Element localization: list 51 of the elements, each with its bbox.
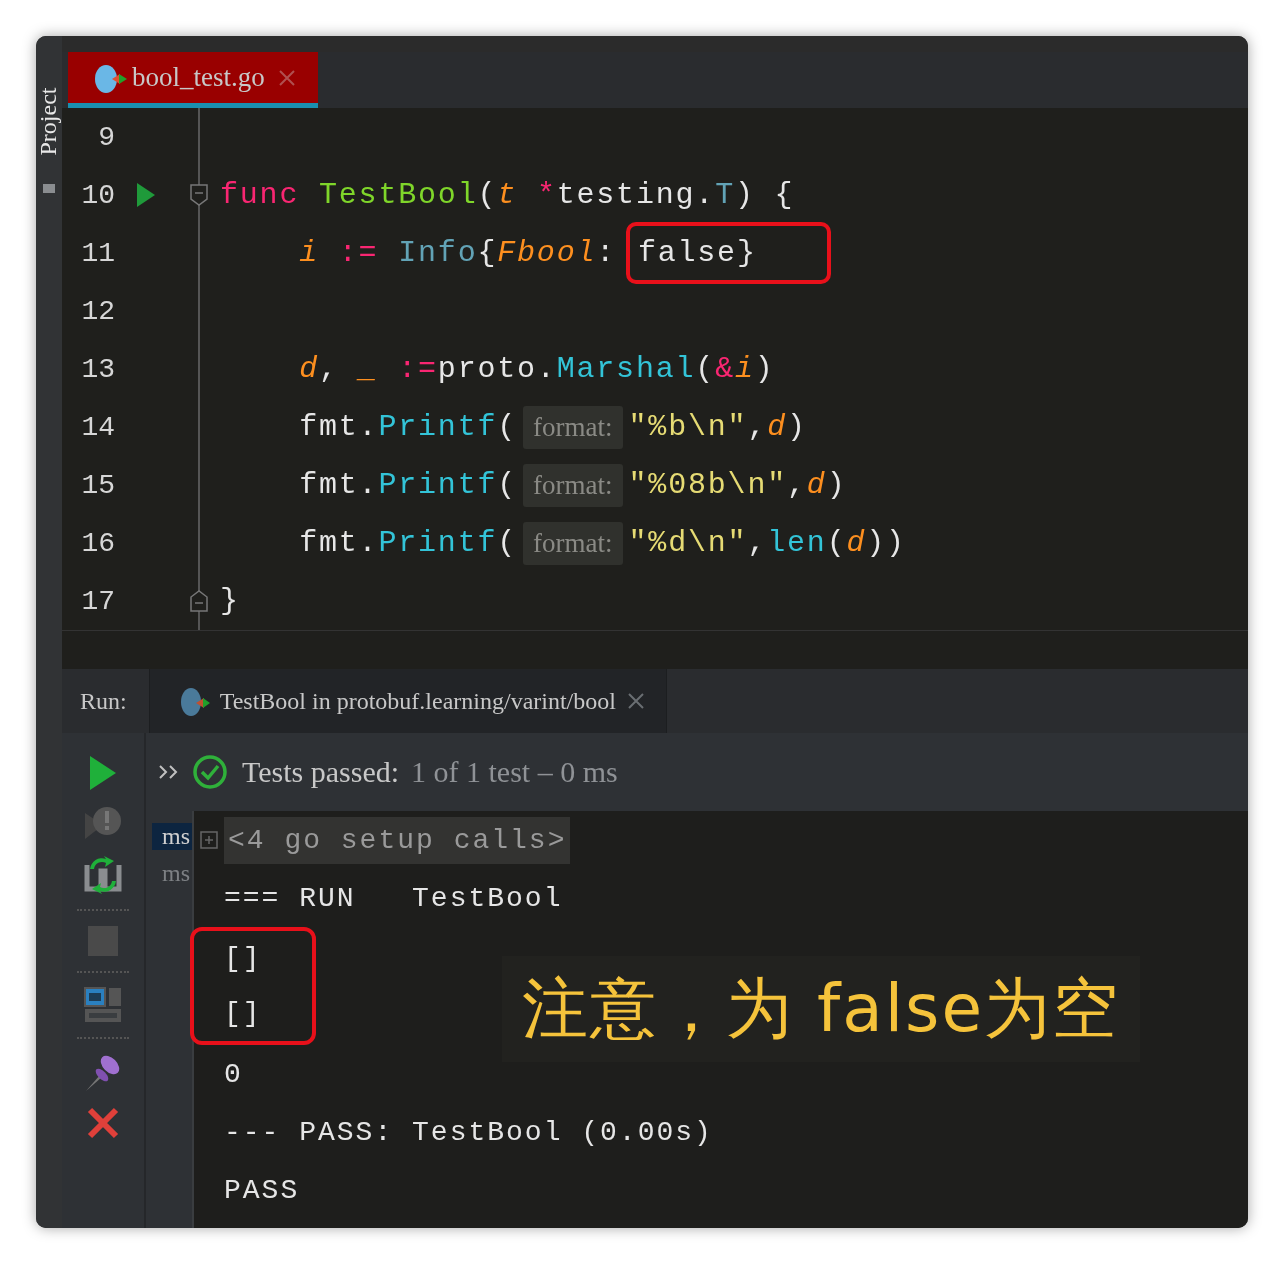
close-icon[interactable]: [625, 691, 646, 711]
rerun-failed-icon[interactable]: [83, 805, 123, 841]
line-number: 9: [97, 121, 115, 153]
code-text: fmt.Printf(: [298, 410, 518, 444]
code-text: }: [220, 584, 240, 618]
code-text: "%b\n",d): [628, 410, 807, 444]
console-output: []: [224, 998, 262, 1029]
line-number: 12: [80, 295, 115, 327]
run-icon[interactable]: [88, 755, 118, 791]
code-text: func TestBool(t *testing.T) {: [220, 178, 795, 212]
code-text: "%08b\n",d): [628, 468, 847, 502]
folder-icon: [42, 181, 56, 195]
test-tree-item[interactable]: ms: [152, 823, 192, 850]
line-number: 11: [80, 237, 115, 269]
status-title: Tests passed:: [242, 755, 400, 789]
check-icon: [192, 754, 228, 790]
console-output: --- PASS: TestBool (0.00s): [224, 1116, 713, 1148]
expand-icon[interactable]: [158, 764, 180, 780]
fold-icon[interactable]: [188, 589, 209, 613]
project-tool-tab[interactable]: Project: [36, 87, 63, 156]
console-output: []: [224, 943, 262, 974]
line-number: 14: [80, 411, 115, 443]
run-tab[interactable]: TestBool in protobuf.learning/varint/bool: [148, 669, 667, 733]
code-text: i := Info{Fbool:: [298, 236, 618, 270]
line-number: 10: [80, 179, 115, 211]
annotation-text: 注意，为 false为空: [502, 956, 1140, 1062]
console-output: === RUN TestBool: [224, 882, 563, 914]
code-text: "%d\n",len(d)): [628, 526, 906, 560]
parameter-hint: format:: [523, 405, 623, 449]
parameter-hint: format:: [523, 521, 623, 565]
toggle-auto-test-icon[interactable]: [84, 855, 122, 895]
code-text: fmt.Printf(: [298, 526, 518, 560]
close-icon[interactable]: [87, 1107, 119, 1139]
line-number: 15: [80, 469, 115, 501]
run-icon[interactable]: [136, 183, 156, 207]
setup-calls-fold[interactable]: <4 go setup calls>: [224, 816, 571, 864]
run-label: Run:: [79, 687, 128, 715]
pin-icon[interactable]: [84, 1053, 122, 1093]
code-text: fmt.Printf(: [298, 468, 518, 502]
status-detail: 1 of 1 test – 0 ms: [411, 755, 618, 789]
line-number: 13: [80, 353, 115, 385]
code-text: d, _ :=proto.Marshal(&i): [298, 352, 775, 386]
console-output: 0: [224, 1058, 243, 1090]
layout-icon[interactable]: [84, 987, 122, 1023]
editor-tab[interactable]: bool_test.go: [68, 52, 318, 108]
line-number: 17: [80, 585, 115, 617]
highlighted-code: false}: [625, 222, 831, 284]
parameter-hint: format:: [523, 463, 623, 507]
console-output: PASS: [224, 1174, 300, 1206]
line-number: 16: [80, 527, 115, 559]
fold-icon[interactable]: [188, 183, 209, 207]
